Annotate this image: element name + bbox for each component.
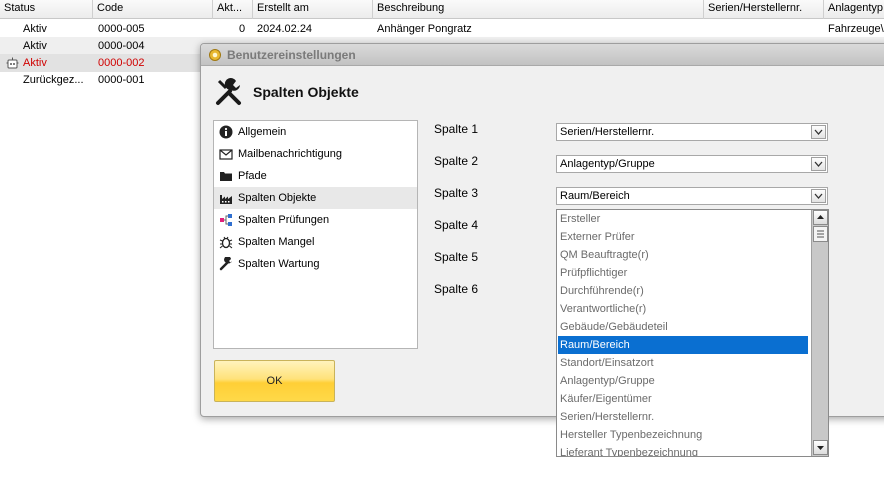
spalte-1-value: Serien/Herstellernr. [560,126,655,138]
folder-icon [220,172,232,181]
dropdown-option[interactable]: Standort/Einsatzort [558,354,808,372]
cell-date: 2024.02.24 [257,23,313,35]
nav-item-allgemein[interactable]: Allgemein [214,121,417,143]
label-spalte-2: Spalte 2 [434,154,479,168]
info-icon [219,125,233,139]
spalte-2-select[interactable]: Anlagentyp/Gruppe [556,155,828,173]
grid-header: Status Code Akt... Erstellt am Beschreib… [0,0,884,19]
column-header-anlagentyp[interactable]: Anlagentyp [824,0,884,19]
robot-icon [6,57,19,69]
nav-item-label: Spalten Mangel [238,236,315,248]
label-spalte-3: Spalte 3 [434,186,479,200]
column-header-beschreibung[interactable]: Beschreibung [373,0,704,19]
chevron-down-icon [814,161,823,167]
spalte-1-dropdown-button[interactable] [811,125,826,139]
bug-icon [219,236,233,249]
cell-anlagentyp: Fahrzeuge\ [828,23,884,35]
hierarchy-icon [220,214,232,226]
factory-icon [220,195,232,204]
nav-item-mail[interactable]: Mailbenachrichtigung [214,143,417,165]
arrow-down-icon [817,446,824,450]
dialog-header-title: Spalten Objekte [253,84,359,100]
column-header-code[interactable]: Code [93,0,213,19]
tools-icon [216,78,241,105]
dropdown-option[interactable]: Gebäude/Gebäudeteil [558,318,808,336]
dropdown-option[interactable]: Lieferant Typenbezeichnung [558,444,808,456]
chevron-down-icon [814,193,823,199]
label-spalte-4: Spalte 4 [434,218,479,232]
spalte-3-dropdown-list[interactable]: Ersteller Externer Prüfer QM Beauftragte… [556,209,829,457]
dropdown-option[interactable]: Käufer/Eigentümer [558,390,808,408]
dropdown-scrollbar[interactable] [811,210,828,456]
dropdown-option[interactable]: Externer Prüfer [558,228,808,246]
spalte-2-dropdown-button[interactable] [811,157,826,171]
nav-item-label: Pfade [238,170,267,182]
chevron-down-icon [814,129,823,135]
spalte-1-select[interactable]: Serien/Herstellernr. [556,123,828,141]
dropdown-option[interactable]: Hersteller Typenbezeichnung [558,426,808,444]
cell-status: Aktiv [23,57,47,69]
dropdown-option[interactable]: Anlagentyp/Gruppe [558,372,808,390]
dropdown-option[interactable]: Durchführende(r) [558,282,808,300]
dialog-titlebar[interactable]: Benutzereinstellungen [201,44,884,66]
column-header-erstellt[interactable]: Erstellt am [253,0,373,19]
cell-akt: 0 [239,23,246,35]
label-spalte-1: Spalte 1 [434,122,479,136]
nav-item-spalten-wartung[interactable]: Spalten Wartung [214,253,417,275]
column-header-serien[interactable]: Serien/Herstellernr. [704,0,824,19]
cell-status: Aktiv [23,23,47,35]
cell-code: 0000-005 [98,23,145,35]
column-header-akt[interactable]: Akt... [213,0,253,19]
label-spalte-6: Spalte 6 [434,282,479,296]
spalte-3-select[interactable]: Raum/Bereich [556,187,828,205]
cell-code: 0000-001 [98,74,145,86]
spalte-2-value: Anlagentyp/Gruppe [560,158,655,170]
cell-desc: Anhänger Pongratz [377,23,472,35]
scroll-thumb[interactable] [813,226,828,242]
ok-button[interactable]: OK [214,360,335,402]
nav-item-label: Spalten Prüfungen [238,214,330,226]
nav-item-spalten-pruefungen[interactable]: Spalten Prüfungen [214,209,417,231]
table-row[interactable]: Aktiv 0000-005 0 2024.02.24 Anhänger Pon… [0,20,884,38]
scroll-down-button[interactable] [813,440,828,455]
cell-code: 0000-002 [98,57,145,69]
page: Status Code Akt... Erstellt am Beschreib… [0,0,884,479]
gear-icon [209,49,221,61]
mail-icon [219,149,233,160]
nav-item-pfade[interactable]: Pfade [214,165,417,187]
cell-status: Aktiv [23,40,47,52]
grip-icon [817,230,824,238]
nav-item-label: Spalten Wartung [238,258,320,270]
label-spalte-5: Spalte 5 [434,250,479,264]
dialog-title: Benutzereinstellungen [227,48,356,62]
dropdown-option[interactable]: Verantwortliche(r) [558,300,808,318]
column-header-status[interactable]: Status [0,0,93,19]
nav-item-label: Allgemein [238,126,287,138]
nav-item-label: Spalten Objekte [238,192,317,204]
spalte-3-dropdown-button[interactable] [811,189,826,203]
nav-item-label: Mailbenachrichtigung [238,148,342,160]
cell-status: Zurückgez... [23,74,84,86]
spalte-3-value: Raum/Bereich [560,190,630,202]
dropdown-option[interactable]: Ersteller [558,210,808,228]
cell-code: 0000-004 [98,40,145,52]
dropdown-option[interactable]: Prüfpflichtiger [558,264,808,282]
dropdown-option[interactable]: Serien/Herstellernr. [558,408,808,426]
settings-nav: Allgemein Mailbenachrichtigung Pfade Spa… [213,120,418,349]
dropdown-option-selected[interactable]: Raum/Bereich [558,336,808,354]
dropdown-option[interactable]: QM Beauftragte(r) [558,246,808,264]
wrench-icon [219,257,232,271]
nav-item-spalten-mangel[interactable]: Spalten Mangel [214,231,417,253]
scroll-up-button[interactable] [813,210,828,225]
nav-item-spalten-objekte[interactable]: Spalten Objekte [214,187,417,209]
arrow-up-icon [817,215,824,219]
